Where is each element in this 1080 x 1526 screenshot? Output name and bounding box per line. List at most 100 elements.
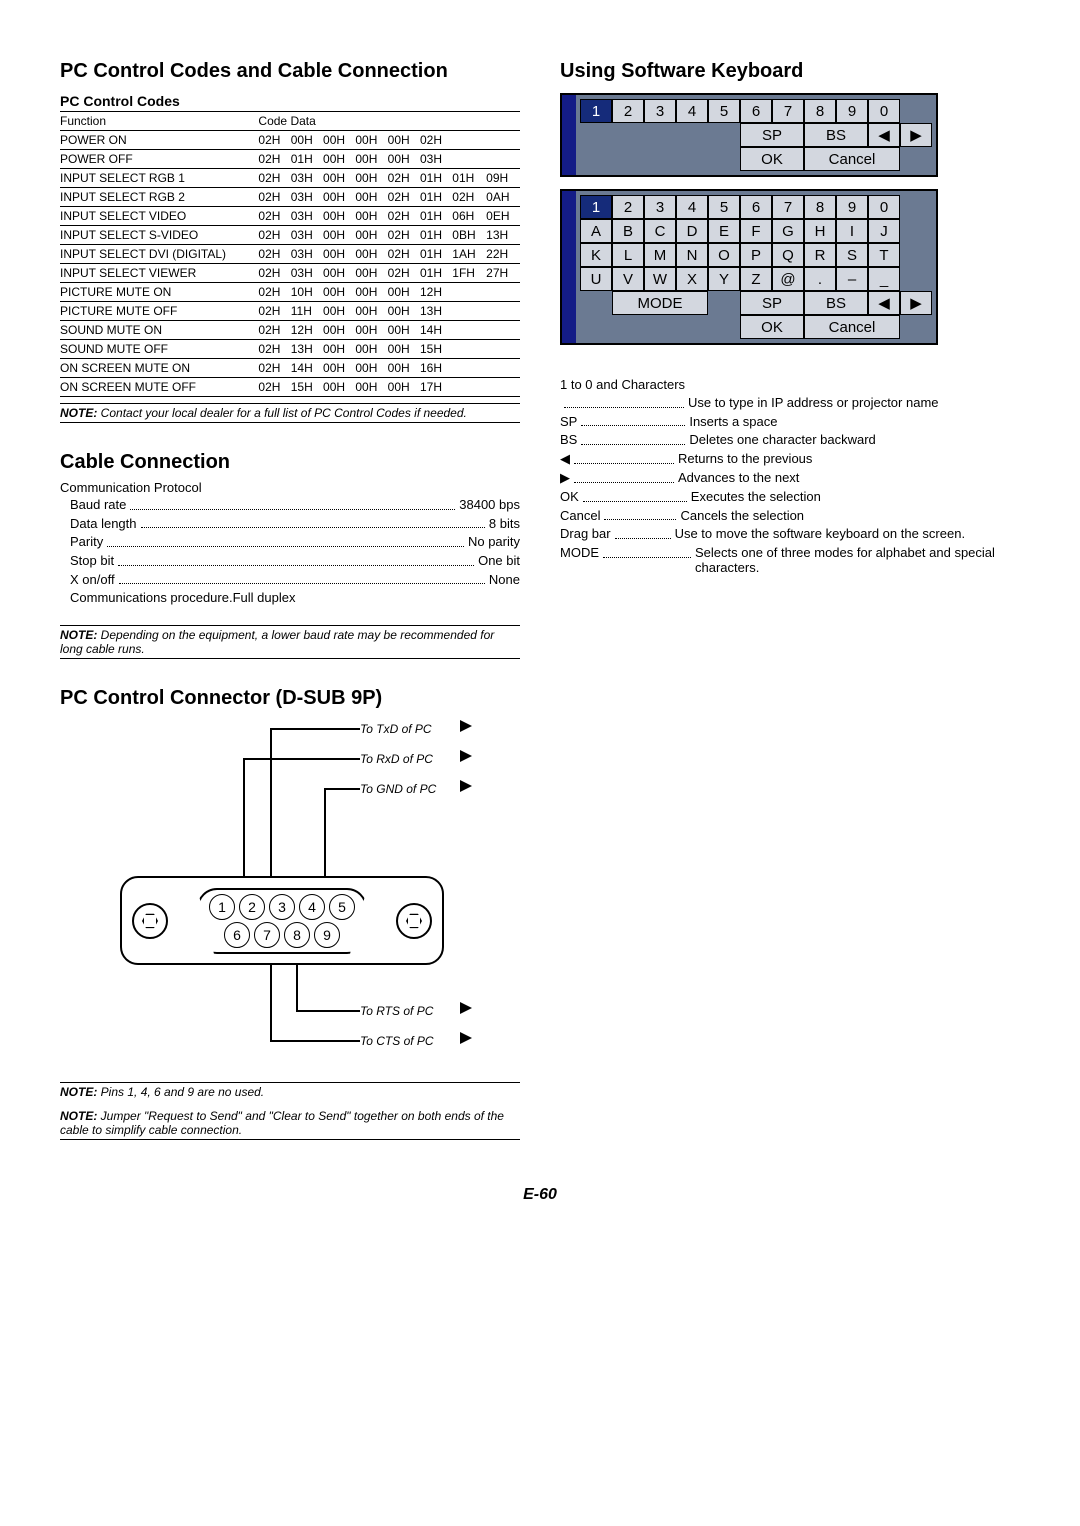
page-number: E-60 [60, 1186, 1020, 1204]
key-sp[interactable]: SP [740, 291, 804, 315]
heading-using-software-keyboard: Using Software Keyboard [560, 60, 1020, 83]
key-ok[interactable]: OK [740, 315, 804, 339]
key-F[interactable]: F [740, 219, 772, 243]
key-K[interactable]: K [580, 243, 612, 267]
key-8[interactable]: 8 [804, 195, 836, 219]
key-R[interactable]: R [804, 243, 836, 267]
key-E[interactable]: E [708, 219, 740, 243]
protocol-row: Data length8 bits [70, 516, 520, 533]
key-sp[interactable]: SP [740, 123, 804, 147]
key-1[interactable]: 1 [580, 99, 612, 123]
key-O[interactable]: O [708, 243, 740, 267]
key-B[interactable]: B [612, 219, 644, 243]
subheading-pc-control-codes: PC Control Codes [60, 93, 520, 109]
key-N[interactable]: N [676, 243, 708, 267]
key-cancel[interactable]: Cancel [804, 315, 900, 339]
key-C[interactable]: C [644, 219, 676, 243]
protocol-row: X on/offNone [70, 572, 520, 589]
key-0[interactable]: 0 [868, 99, 900, 123]
key-bs[interactable]: BS [804, 123, 868, 147]
key-.[interactable]: . [804, 267, 836, 291]
key-Z[interactable]: Z [740, 267, 772, 291]
dsub-connector-diagram: To TxD of PC To RxD of PC To GND of PC T… [60, 716, 520, 1076]
label-cts: To CTS of PC [360, 1034, 434, 1048]
key-2[interactable]: 2 [612, 99, 644, 123]
note-control-codes: NOTE: Contact your local dealer for a fu… [60, 403, 520, 423]
key-5[interactable]: 5 [708, 195, 740, 219]
heading-pc-control-codes-cable: PC Control Codes and Cable Connection [60, 60, 520, 83]
key-Q[interactable]: Q [772, 243, 804, 267]
key-5[interactable]: 5 [708, 99, 740, 123]
key-Y[interactable]: Y [708, 267, 740, 291]
table-row: INPUT SELECT VIDEO02H03H00H00H02H01H06H0… [60, 207, 520, 226]
key-7[interactable]: 7 [772, 195, 804, 219]
table-row: SOUND MUTE OFF02H13H00H00H00H15H [60, 340, 520, 359]
key-V[interactable]: V [612, 267, 644, 291]
key-D[interactable]: D [676, 219, 708, 243]
key-4[interactable]: 4 [676, 99, 708, 123]
arrow-icon [460, 1002, 472, 1014]
table-row: ON SCREEN MUTE OFF02H15H00H00H00H17H [60, 378, 520, 397]
legend-row: BSDeletes one character backward [560, 432, 1020, 448]
label-communication-protocol: Communication Protocol [60, 480, 520, 495]
table-pc-control-codes: Function Code Data POWER ON02H00H00H00H0… [60, 111, 520, 397]
key-ok[interactable]: OK [740, 147, 804, 171]
key-right-arrow[interactable]: ▶ [900, 123, 932, 147]
key-6[interactable]: 6 [740, 99, 772, 123]
key-cancel[interactable]: Cancel [804, 147, 900, 171]
label-gnd: To GND of PC [360, 782, 436, 796]
key-L[interactable]: L [612, 243, 644, 267]
key-9[interactable]: 9 [836, 195, 868, 219]
key-@[interactable]: @ [772, 267, 804, 291]
legend-row: ▶Advances to the next [560, 470, 1020, 486]
key-J[interactable]: J [868, 219, 900, 243]
key-G[interactable]: G [772, 219, 804, 243]
key-W[interactable]: W [644, 267, 676, 291]
key-P[interactable]: P [740, 243, 772, 267]
key-U[interactable]: U [580, 267, 612, 291]
key-H[interactable]: H [804, 219, 836, 243]
key-9[interactable]: 9 [836, 99, 868, 123]
legend-row: CancelCancels the selection [560, 508, 1020, 524]
key-2[interactable]: 2 [612, 195, 644, 219]
key-left-arrow[interactable]: ◀ [868, 123, 900, 147]
key-0[interactable]: 0 [868, 195, 900, 219]
key-left-arrow[interactable]: ◀ [868, 291, 900, 315]
table-row: INPUT SELECT VIEWER02H03H00H00H02H01H1FH… [60, 264, 520, 283]
key-right-arrow[interactable]: ▶ [900, 291, 932, 315]
key-A[interactable]: A [580, 219, 612, 243]
label-rxd: To RxD of PC [360, 752, 433, 766]
table-row: INPUT SELECT DVI (DIGITAL)02H03H00H00H02… [60, 245, 520, 264]
protocol-row: Baud rate38400 bps [70, 497, 520, 514]
key-M[interactable]: M [644, 243, 676, 267]
pin-8: 8 [284, 922, 310, 948]
screw-icon [132, 903, 168, 939]
legend-row: OKExecutes the selection [560, 489, 1020, 505]
key-mode[interactable]: MODE [612, 291, 708, 315]
table-row: SOUND MUTE ON02H12H00H00H00H14H [60, 321, 520, 340]
table-row: POWER OFF02H01H00H00H00H03H [60, 150, 520, 169]
dsub-shell: 12345 6789 [120, 876, 444, 965]
key-bs[interactable]: BS [804, 291, 868, 315]
key-_[interactable]: _ [868, 267, 900, 291]
key-3[interactable]: 3 [644, 195, 676, 219]
heading-dsub-connector: PC Control Connector (D-SUB 9P) [60, 687, 520, 710]
legend-row: MODESelects one of three modes for alpha… [560, 545, 1020, 575]
key-S[interactable]: S [836, 243, 868, 267]
key-1[interactable]: 1 [580, 195, 612, 219]
arrow-icon [460, 750, 472, 762]
table-row: INPUT SELECT RGB 202H03H00H00H02H01H02H0… [60, 188, 520, 207]
note-pins: NOTE: Pins 1, 4, 6 and 9 are no used. [60, 1082, 520, 1101]
key-8[interactable]: 8 [804, 99, 836, 123]
heading-cable-connection: Cable Connection [60, 451, 520, 474]
key-T[interactable]: T [868, 243, 900, 267]
key-6[interactable]: 6 [740, 195, 772, 219]
key-4[interactable]: 4 [676, 195, 708, 219]
key-–[interactable]: – [836, 267, 868, 291]
key-I[interactable]: I [836, 219, 868, 243]
pin-6: 6 [224, 922, 250, 948]
key-7[interactable]: 7 [772, 99, 804, 123]
protocol-row: ParityNo parity [70, 534, 520, 551]
key-X[interactable]: X [676, 267, 708, 291]
key-3[interactable]: 3 [644, 99, 676, 123]
